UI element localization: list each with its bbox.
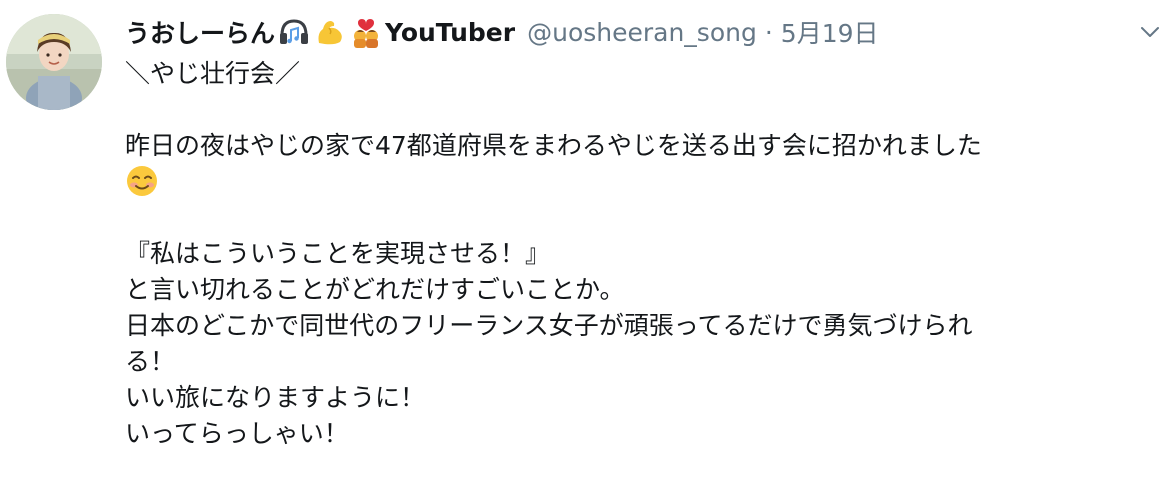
tweet-header: うおしーらん YouTuber @uosheeran_song · 5月19日 xyxy=(125,12,879,52)
display-name-suffix[interactable]: YouTuber xyxy=(385,18,515,47)
tweet-line: 『私はこういうことを実現させる！』 xyxy=(125,239,551,268)
tweet-text: ＼やじ壮行会／ 昨日の夜はやじの家で47都道府県をまわるやじを送る出す会に招かれ… xyxy=(125,56,1155,452)
tweet-line: と言い切れることがどれだけすごいことか。 xyxy=(125,275,625,304)
tweet-line: 日本のどこかで同世代のフリーランス女子が頑張ってるだけで勇気づけられ xyxy=(125,311,973,340)
kiss-couple-icon xyxy=(349,15,383,49)
tweet-card: うおしーらん YouTuber @uosheeran_song · 5月19日 … xyxy=(0,0,1176,480)
tweet-line: ＼やじ壮行会／ xyxy=(125,59,301,88)
display-name[interactable]: うおしーらん xyxy=(125,14,383,50)
user-handle[interactable]: @uosheeran_song xyxy=(527,18,757,47)
display-name-text: うおしーらん xyxy=(125,19,276,48)
tweet-line: 昨日の夜はやじの家で47都道府県をまわるやじを送る出す会に招かれました xyxy=(125,131,982,160)
more-options-chevron-down-icon[interactable] xyxy=(1138,20,1162,44)
tweet-timestamp[interactable]: 5月19日 xyxy=(781,14,879,50)
tweet-line: る！ xyxy=(125,347,176,376)
avatar[interactable] xyxy=(6,14,102,110)
tweet-line-emoji xyxy=(125,164,1155,200)
flexed-biceps-icon xyxy=(313,15,347,49)
separator-dot: · xyxy=(764,17,773,47)
headphones-music-icon xyxy=(277,15,311,49)
smiling-face-icon xyxy=(125,164,159,198)
tweet-line: いってらっしゃい！ xyxy=(125,419,349,448)
tweet-line: いい旅になりますように！ xyxy=(125,383,426,412)
